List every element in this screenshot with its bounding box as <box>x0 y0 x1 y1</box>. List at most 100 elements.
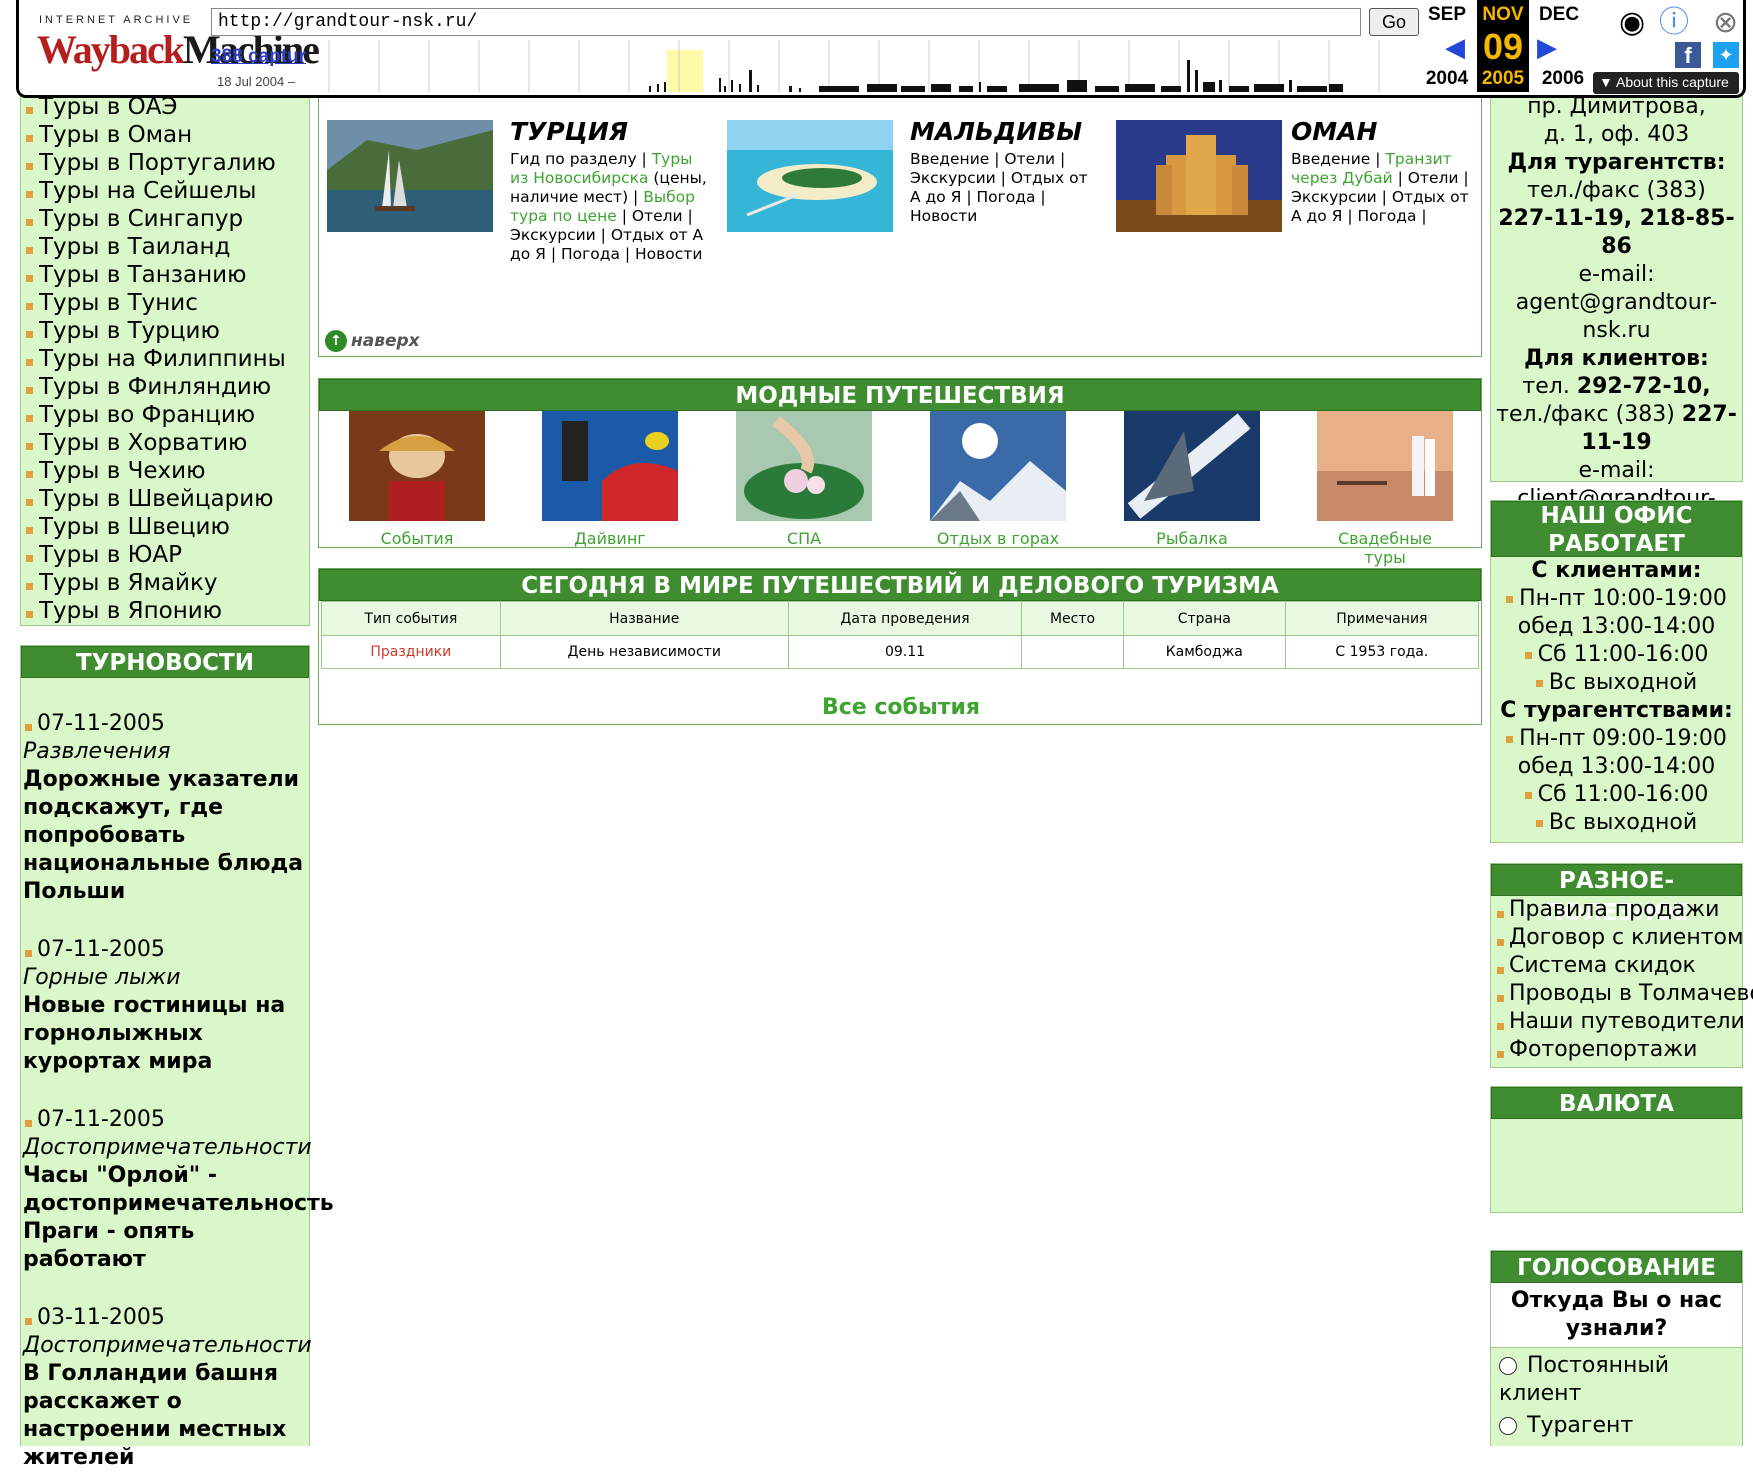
twitter-icon[interactable]: ✦ <box>1713 42 1739 68</box>
news-date: 07-11-2005 <box>23 710 307 738</box>
next-year-link[interactable]: 2006 <box>1537 68 1589 90</box>
agents-label: Для турагентств: <box>1507 150 1726 175</box>
office-hours-text: Вс выходной <box>1548 810 1698 835</box>
agents-phones: 227-11-19, 218-85-86 <box>1498 206 1735 259</box>
country-menu-item[interactable]: Туры во Францию <box>21 401 309 429</box>
useful-link[interactable]: Правила продажи <box>1495 896 1742 924</box>
about-capture-button[interactable]: ▼ About this capture <box>1593 72 1739 94</box>
prev-capture-arrow-icon[interactable]: ◀ <box>1445 32 1465 62</box>
fashion-heading: МОДНЫЕ ПУТЕШЕСТВИЯ <box>319 379 1481 411</box>
maldives-photo[interactable] <box>727 120 893 232</box>
next-month-link[interactable]: DEC <box>1533 4 1585 26</box>
oman-title[interactable]: ОМАН <box>1291 118 1377 146</box>
news-title-link[interactable]: В Голландии башня расскажет о настроении… <box>23 1360 307 1472</box>
events-column-header: Дата проведения <box>787 601 1023 636</box>
useful-link[interactable]: Договор с клиентом <box>1495 924 1744 952</box>
all-events-link[interactable]: Все события <box>319 695 1483 720</box>
office-hours-text: Сб 11:00-16:00 <box>1537 642 1709 667</box>
destination-link-text[interactable]: Гид по разделу | <box>510 150 652 168</box>
go-button[interactable]: Go <box>1369 8 1419 36</box>
country-menu-item[interactable]: Туры в Тунис <box>21 289 309 317</box>
office-hours-line: Пн-пт 09:00-19:00 <box>1491 725 1742 753</box>
url-input[interactable]: http://grandtour-nsk.ru/ <box>211 8 1361 36</box>
fashion-item-mountains[interactable]: Отдых в горах <box>930 411 1066 548</box>
turkey-links[interactable]: Гид по разделу | Туры из Новосибирска (ц… <box>510 150 710 264</box>
oman-links[interactable]: Введение | Транзит через Дубай | Отели |… <box>1291 150 1471 226</box>
country-menu-item[interactable]: Туры в Чехию <box>21 457 309 485</box>
maldives-title[interactable]: МАЛЬДИВЫ <box>910 118 1082 146</box>
current-day: 09 <box>1482 26 1524 67</box>
capture-sparkline[interactable] <box>319 40 1409 92</box>
fashion-item-fishing[interactable]: Рыбалка <box>1124 411 1260 548</box>
country-menu-item[interactable]: Туры в Португалию <box>21 149 309 177</box>
country-menu-item[interactable]: Туры в Оман <box>21 121 309 149</box>
user-account-icon[interactable]: ◉ <box>1619 8 1645 38</box>
news-category[interactable]: Горные лыжи <box>23 964 307 992</box>
destination-link-text[interactable]: Введение | Отели | Экскурсии | Отдых от … <box>910 150 1088 225</box>
country-menu-item[interactable]: Туры в Сингапур <box>21 205 309 233</box>
fashion-item-events[interactable]: События <box>349 411 485 548</box>
poll-option[interactable]: Постоянный клиент <box>1491 1348 1742 1408</box>
prev-month-link[interactable]: SEP <box>1421 4 1473 26</box>
mountains-photo <box>930 411 1066 521</box>
captures-link[interactable]: 388 captur <box>211 46 306 68</box>
news-title-link[interactable]: Часы "Орлой" - достопримечательность Пра… <box>23 1162 334 1274</box>
radio-button[interactable] <box>1499 1417 1517 1435</box>
office-clients-label: С клиентами: <box>1531 558 1702 583</box>
events-cell: Камбоджа <box>1122 635 1286 669</box>
poll-heading: ГОЛОСОВАНИЕ <box>1491 1251 1742 1283</box>
contacts-panel: пр. Димитрова, д. 1, оф. 403 Для тураген… <box>1490 92 1743 539</box>
country-menu-item[interactable]: Туры в Танзанию <box>21 261 309 289</box>
oman-photo[interactable] <box>1116 120 1282 232</box>
radio-button[interactable] <box>1499 1357 1517 1375</box>
events-column-header: Тип события <box>321 601 501 636</box>
spa-photo <box>736 411 872 521</box>
fishing-photo <box>1124 411 1260 521</box>
country-menu-item[interactable]: Туры в Японию <box>21 597 309 625</box>
turkey-title[interactable]: ТУРЦИЯ <box>510 118 628 146</box>
useful-link[interactable]: Проводы в Толмачево <box>1495 980 1753 1008</box>
country-menu-item[interactable]: Туры в Финляндию <box>21 373 309 401</box>
fashion-item-wedding[interactable]: Свадебные туры <box>1317 411 1453 567</box>
next-capture-arrow-icon[interactable]: ▶ <box>1537 32 1557 62</box>
events-cell[interactable]: Праздники <box>321 635 501 669</box>
prev-year-link[interactable]: 2004 <box>1421 68 1473 90</box>
news-category[interactable]: Достопримечательности <box>23 1134 312 1162</box>
maldives-links[interactable]: Введение | Отели | Экскурсии | Отдых от … <box>910 150 1090 226</box>
facebook-icon[interactable]: f <box>1675 42 1701 68</box>
country-menu-item[interactable]: Туры в Швейцарию <box>21 485 309 513</box>
currency-heading: ВАЛЮТА <box>1491 1087 1742 1119</box>
fashion-item-diving[interactable]: Дайвинг <box>542 411 678 548</box>
news-category[interactable]: Достопримечательности <box>23 1332 312 1360</box>
news-title-link[interactable]: Дорожные указатели подскажут, где попроб… <box>23 766 307 906</box>
poll-option[interactable]: Турагент <box>1491 1408 1742 1440</box>
useful-link[interactable]: Наши путеводители <box>1495 1008 1745 1036</box>
country-menu-item[interactable]: Туры на Филиппины <box>21 345 309 373</box>
close-icon[interactable]: ⊗ <box>1713 8 1738 38</box>
useful-link[interactable]: Фоторепортажи <box>1495 1036 1742 1064</box>
help-icon[interactable]: ⓘ <box>1659 8 1689 38</box>
news-category[interactable]: Развлечения <box>23 738 307 766</box>
country-menu-item[interactable]: Туры в Хорватию <box>21 429 309 457</box>
country-menu-item[interactable]: Туры в Ямайку <box>21 569 309 597</box>
office-hours-line: Сб 11:00-16:00 <box>1491 641 1742 669</box>
events-cell <box>1021 635 1124 669</box>
back-to-top-link[interactable]: ↑ наверх <box>325 330 420 352</box>
country-menu-item[interactable]: Туры в Швецию <box>21 513 309 541</box>
useful-link[interactable]: Система скидок <box>1495 952 1742 980</box>
poll-option-label: Постоянный клиент <box>1499 1353 1670 1406</box>
country-menu-item[interactable]: Туры в Таиланд <box>21 233 309 261</box>
country-menu-item[interactable]: Туры в Турцию <box>21 317 309 345</box>
turkey-photo[interactable] <box>327 120 493 232</box>
events-cell: 09.11 <box>787 635 1023 669</box>
country-menu-item[interactable]: Туры в ЮАР <box>21 541 309 569</box>
chevron-down-icon: ▼ <box>1599 74 1616 90</box>
agents-email[interactable]: agent@grandtour-nsk.ru <box>1491 289 1742 345</box>
destination-link-text[interactable]: Введение | <box>1291 150 1385 168</box>
news-title-link[interactable]: Новые гостиницы на горнолыжных курортах … <box>23 992 307 1076</box>
fashion-item-spa[interactable]: СПА <box>736 411 872 548</box>
country-menu-item[interactable]: Туры на Сейшелы <box>21 177 309 205</box>
news-date: 03-11-2005 <box>23 1304 307 1332</box>
bullet-icon <box>1506 595 1514 603</box>
office-hours-line: обед 13:00-14:00 <box>1491 753 1742 781</box>
